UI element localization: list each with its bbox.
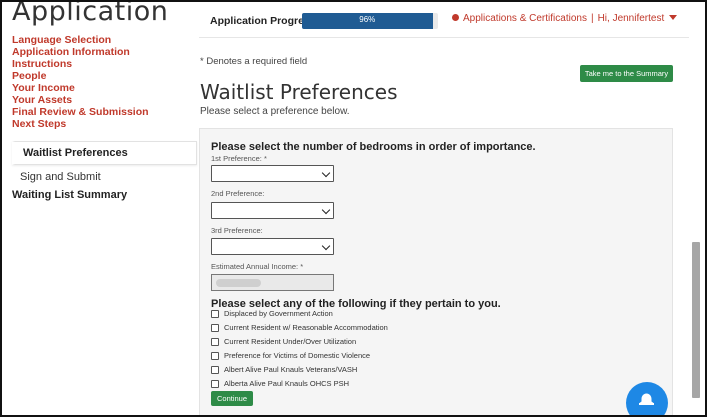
checkbox[interactable] [211, 338, 219, 346]
checkbox-label: Preference for Victims of Domestic Viole… [224, 351, 371, 360]
chevron-down-icon [321, 205, 331, 215]
caret-down-icon[interactable] [669, 15, 678, 20]
header-links: Applications & Certifications | Hi, Jennif… [452, 13, 678, 24]
scrollbar-thumb[interactable] [692, 242, 700, 398]
sidebar-item-label: Waitlist Preferences [23, 147, 128, 159]
progress-bar: 96% [302, 13, 438, 29]
sidebar-link-next-steps[interactable]: Next Steps [12, 118, 192, 130]
sidebar-item-sign-and-submit[interactable]: Sign and Submit [12, 168, 197, 186]
sidebar-link-people[interactable]: People [12, 70, 192, 82]
sidebar-link-your-assets[interactable]: Your Assets [12, 94, 192, 106]
sidebar-link-instructions[interactable]: Instructions [12, 58, 192, 70]
sidebar-item-waiting-list-summary[interactable]: Waiting List Summary [12, 189, 127, 201]
checkbox[interactable] [211, 352, 219, 360]
red-dot-icon [452, 14, 459, 21]
page-title: Waitlist Preferences [200, 80, 398, 104]
checkbox[interactable] [211, 324, 219, 332]
sidebar-link-your-income[interactable]: Your Income [12, 82, 192, 94]
app-window: Application Language Selection Applicati… [0, 0, 707, 417]
bell-icon [639, 393, 654, 405]
redacted-value [216, 279, 261, 287]
sidebar-nav: Language Selection Application Informati… [12, 34, 192, 130]
checkbox-label: Current Resident Under/Over Utilization [224, 337, 357, 346]
header-separator: | [590, 13, 594, 24]
checkbox[interactable] [211, 310, 219, 318]
pref2-select[interactable] [211, 202, 334, 219]
checkbox-label: Current Resident w/ Reasonable Accommoda… [224, 323, 388, 332]
page-scrollbar[interactable] [689, 2, 703, 415]
pref3-select[interactable] [211, 238, 334, 255]
income-input[interactable] [211, 274, 334, 291]
continue-button[interactable]: Continue [211, 391, 253, 406]
checkbox[interactable] [211, 366, 219, 374]
pref1-label: 1st Preference: * [211, 154, 267, 163]
progress-text: 96% [359, 15, 376, 24]
top-header: Application Progress 96% Applications & … [199, 2, 689, 38]
progress-label: Application Progress [210, 15, 316, 27]
pref1-select[interactable] [211, 165, 334, 182]
summary-button[interactable]: Take me to the Summary [580, 65, 673, 82]
applications-link[interactable]: Applications & Certifications [463, 13, 587, 24]
checkbox[interactable] [211, 380, 219, 388]
income-label: Estimated Annual Income: * [211, 262, 304, 271]
sidebar-link-application-information[interactable]: Application Information [12, 46, 192, 58]
help-fab-button[interactable] [626, 382, 668, 415]
preferences-form: Please select the number of bedrooms in … [199, 128, 673, 415]
checkbox-label: Displaced by Government Action [224, 309, 333, 318]
sidebar-link-final-review[interactable]: Final Review & Submission [12, 106, 192, 118]
sidebar-item-label: Sign and Submit [20, 171, 101, 183]
pref3-label: 3rd Preference: [211, 226, 263, 235]
sidebar-link-language-selection[interactable]: Language Selection [12, 34, 192, 46]
sidebar: Application Language Selection Applicati… [2, 2, 199, 415]
sidebar-title: Application [12, 0, 169, 27]
chevron-down-icon [321, 241, 331, 251]
required-note: * Denotes a required field [200, 56, 308, 67]
chevron-down-icon [321, 168, 331, 178]
checkbox-label: Albert Alive Paul Knauls Veterans/VASH [224, 365, 358, 374]
checkbox-label: Alberta Alive Paul Knauls OHCS PSH [224, 379, 350, 388]
user-menu[interactable]: Hi, Jennifertest [598, 13, 665, 24]
bedrooms-question: Please select the number of bedrooms in … [211, 141, 536, 153]
sidebar-item-waitlist-preferences[interactable]: Waitlist Preferences [12, 141, 197, 165]
pref2-label: 2nd Preference: [211, 189, 265, 198]
page-subtitle: Please select a preference below. [200, 106, 350, 117]
